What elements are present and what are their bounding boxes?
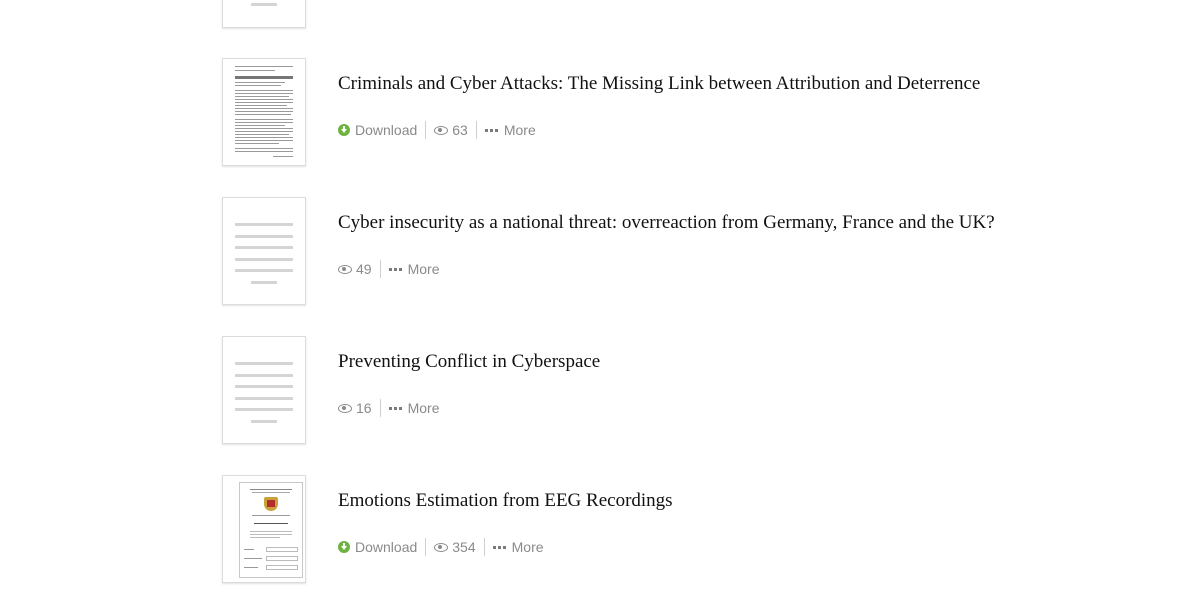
document-title-link[interactable]: Criminals and Cyber Attacks: The Missing…: [338, 73, 980, 95]
download-icon: [338, 541, 350, 553]
document-meta: Download 354 More: [338, 537, 544, 557]
document-thumbnail[interactable]: [222, 197, 306, 305]
more-icon: [388, 406, 402, 410]
divider: [483, 538, 485, 556]
document-list: Criminals and Cyber Attacks: The Missing…: [0, 0, 1200, 615]
more-icon: [388, 267, 402, 271]
divider: [379, 399, 381, 417]
eye-icon: [338, 403, 352, 413]
list-item: Emotions Estimation from EEG Recordings …: [222, 475, 1122, 587]
document-thumbnail[interactable]: [222, 58, 306, 166]
list-item: Preventing Conflict in Cyberspace 16 Mor…: [222, 336, 1122, 448]
divider: [379, 260, 381, 278]
document-meta: 16 More: [338, 398, 439, 418]
download-label: Download: [355, 122, 418, 138]
more-icon: [484, 128, 498, 132]
document-title-link[interactable]: Emotions Estimation from EEG Recordings: [338, 490, 673, 512]
document-title-link[interactable]: Preventing Conflict in Cyberspace: [338, 351, 600, 373]
document-preview-image: [233, 64, 296, 161]
placeholder-lines: [235, 223, 293, 284]
download-label: Download: [355, 539, 418, 555]
divider: [425, 121, 427, 139]
more-button[interactable]: More: [388, 400, 440, 416]
document-preview-image: [239, 482, 303, 578]
document-thumbnail[interactable]: [222, 475, 306, 583]
view-count-value: 16: [356, 400, 372, 416]
download-icon: [338, 124, 350, 136]
eye-icon: [338, 264, 352, 274]
list-item: Criminals and Cyber Attacks: The Missing…: [222, 58, 1122, 170]
view-count-value: 49: [356, 261, 372, 277]
more-button[interactable]: More: [388, 261, 440, 277]
placeholder-lines: [235, 362, 293, 423]
document-thumbnail[interactable]: [222, 336, 306, 444]
more-label: More: [503, 122, 536, 138]
list-item: Cyber insecurity as a national threat: o…: [222, 197, 1122, 309]
view-count-value: 354: [452, 539, 476, 555]
more-icon: [492, 545, 506, 549]
download-button[interactable]: Download: [338, 122, 417, 138]
document-title-link[interactable]: Cyber insecurity as a national threat: o…: [338, 212, 995, 234]
view-count: 354: [434, 539, 476, 555]
download-button[interactable]: Download: [338, 539, 417, 555]
divider: [425, 538, 427, 556]
document-meta: Download 63 More: [338, 120, 536, 140]
more-label: More: [407, 261, 440, 277]
view-count-value: 63: [452, 122, 468, 138]
more-button[interactable]: More: [484, 122, 536, 138]
eye-icon: [434, 542, 449, 552]
eye-icon: [434, 125, 449, 135]
view-count: 63: [434, 122, 468, 138]
more-label: More: [511, 539, 544, 555]
document-thumbnail[interactable]: [222, 0, 306, 28]
more-button[interactable]: More: [492, 539, 544, 555]
more-label: More: [407, 400, 440, 416]
divider: [475, 121, 477, 139]
view-count: 49: [338, 261, 372, 277]
document-meta: 49 More: [338, 259, 439, 279]
view-count: 16: [338, 400, 372, 416]
